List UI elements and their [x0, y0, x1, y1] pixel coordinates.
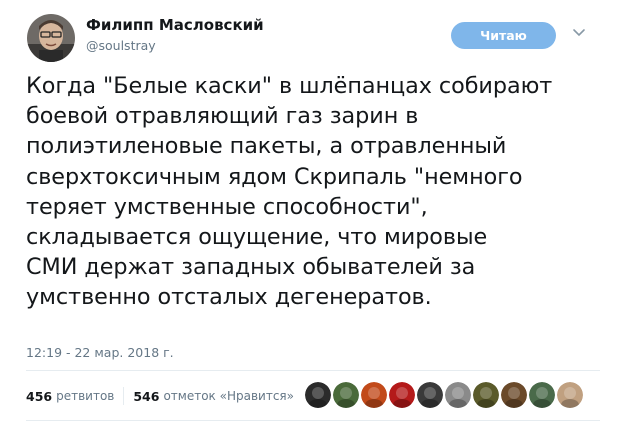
- tweet-timestamp[interactable]: 12:19 - 22 мар. 2018 г.: [26, 345, 174, 360]
- retweets-label: ретвитов: [56, 389, 115, 403]
- tweet-card: Филипп Масловский @soulstray Читаю Когда…: [0, 0, 624, 431]
- liker-avatar[interactable]: [557, 382, 583, 408]
- likes-count: 546: [133, 388, 160, 404]
- tweet-text: Когда "Белые каски" в шлёпанцах собирают…: [26, 73, 553, 311]
- likes-label: отметок «Нравится»: [163, 389, 294, 403]
- retweets-stat[interactable]: 456 ретвитов: [26, 389, 114, 404]
- likes-stat[interactable]: 546 отметок «Нравится»: [133, 389, 294, 404]
- divider: [26, 370, 600, 371]
- liker-avatar[interactable]: [501, 382, 527, 408]
- retweets-count: 456: [26, 388, 53, 404]
- liker-avatar[interactable]: [529, 382, 555, 408]
- liker-avatar[interactable]: [389, 382, 415, 408]
- following-button[interactable]: Читаю: [451, 22, 556, 49]
- liker-avatar[interactable]: [361, 382, 387, 408]
- liker-avatar[interactable]: [305, 382, 331, 408]
- chevron-down-icon[interactable]: [571, 25, 587, 41]
- stat-separator: [123, 387, 125, 405]
- liker-avatar[interactable]: [417, 382, 443, 408]
- liker-avatar[interactable]: [473, 382, 499, 408]
- liker-avatar[interactable]: [445, 382, 471, 408]
- divider: [26, 420, 600, 421]
- liker-avatars: [305, 382, 585, 408]
- avatar[interactable]: [27, 14, 75, 62]
- user-name[interactable]: Филипп Масловский: [86, 16, 264, 34]
- tweet-stats: 456 ретвитов 546 отметок «Нравится»: [26, 387, 294, 405]
- user-handle[interactable]: @soulstray: [86, 38, 156, 53]
- liker-avatar[interactable]: [333, 382, 359, 408]
